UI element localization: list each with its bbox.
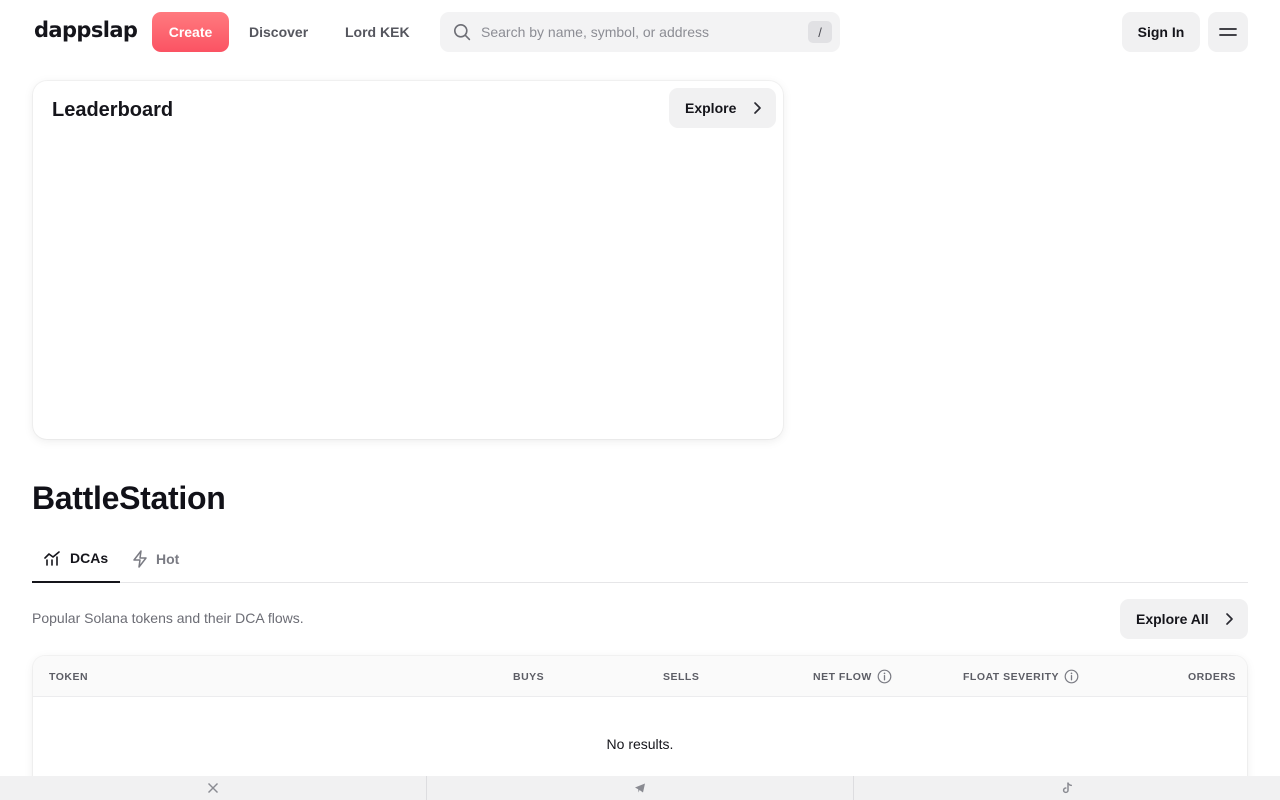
info-icon[interactable] <box>1064 669 1079 684</box>
tab-hot[interactable]: Hot <box>132 534 179 583</box>
x-icon <box>208 783 218 793</box>
column-net-flow[interactable]: NET FLOW <box>813 656 892 697</box>
logo[interactable]: dappslap <box>34 18 138 42</box>
search-input[interactable] <box>481 12 801 52</box>
explore-all-label: Explore All <box>1136 611 1209 627</box>
menu-icon <box>1219 28 1237 36</box>
nav-lord-kek[interactable]: Lord KEK <box>345 12 410 52</box>
menu-button[interactable] <box>1208 12 1248 52</box>
dca-table: TOKEN BUYS SELLS NET FLOW FLOAT SEVERITY… <box>33 656 1247 796</box>
column-float-severity[interactable]: FLOAT SEVERITY <box>963 656 1079 697</box>
tab-dcas[interactable]: DCAs <box>32 534 120 583</box>
chart-icon <box>44 550 60 566</box>
search-icon <box>454 24 471 41</box>
search-shortcut-hint: / <box>808 21 832 43</box>
leaderboard-card: Leaderboard Explore <box>33 81 783 439</box>
column-token[interactable]: TOKEN <box>49 656 88 697</box>
lightning-icon <box>133 549 147 568</box>
leaderboard-title: Leaderboard <box>52 99 174 121</box>
battlestation-title: BattleStation <box>32 480 226 516</box>
create-button[interactable]: Create <box>152 12 229 52</box>
chevron-right-icon <box>754 102 761 114</box>
column-sells[interactable]: SELLS <box>663 656 699 697</box>
battlestation-tabs: DCAs Hot <box>32 534 1248 583</box>
leaderboard-explore-button[interactable]: Explore <box>669 88 776 128</box>
column-orders[interactable]: ORDERS <box>1188 656 1236 697</box>
top-navbar: dappslap Create Discover Lord KEK / Sign… <box>0 0 1280 64</box>
table-header: TOKEN BUYS SELLS NET FLOW FLOAT SEVERITY… <box>33 656 1247 697</box>
tiktok-icon <box>1062 782 1073 794</box>
explore-label: Explore <box>685 100 737 116</box>
social-footer <box>0 776 1280 800</box>
tab-dcas-label: DCAs <box>70 549 109 566</box>
battlestation-description: Popular Solana tokens and their DCA flow… <box>32 610 304 626</box>
footer-x-link[interactable] <box>0 776 427 800</box>
column-buys[interactable]: BUYS <box>513 656 544 697</box>
chevron-right-icon <box>1226 613 1233 625</box>
footer-telegram-link[interactable] <box>427 776 854 800</box>
column-float-severity-label: FLOAT SEVERITY <box>963 670 1060 683</box>
explore-all-button[interactable]: Explore All <box>1120 599 1248 639</box>
footer-tiktok-link[interactable] <box>854 776 1280 800</box>
empty-state: No results. <box>606 736 674 752</box>
nav-discover[interactable]: Discover <box>249 12 308 52</box>
column-net-flow-label: NET FLOW <box>813 670 872 683</box>
tab-hot-label: Hot <box>156 550 180 567</box>
telegram-icon <box>635 783 645 793</box>
search-bar[interactable]: / <box>440 12 840 52</box>
sign-in-button[interactable]: Sign In <box>1122 12 1200 52</box>
info-icon[interactable] <box>877 669 892 684</box>
